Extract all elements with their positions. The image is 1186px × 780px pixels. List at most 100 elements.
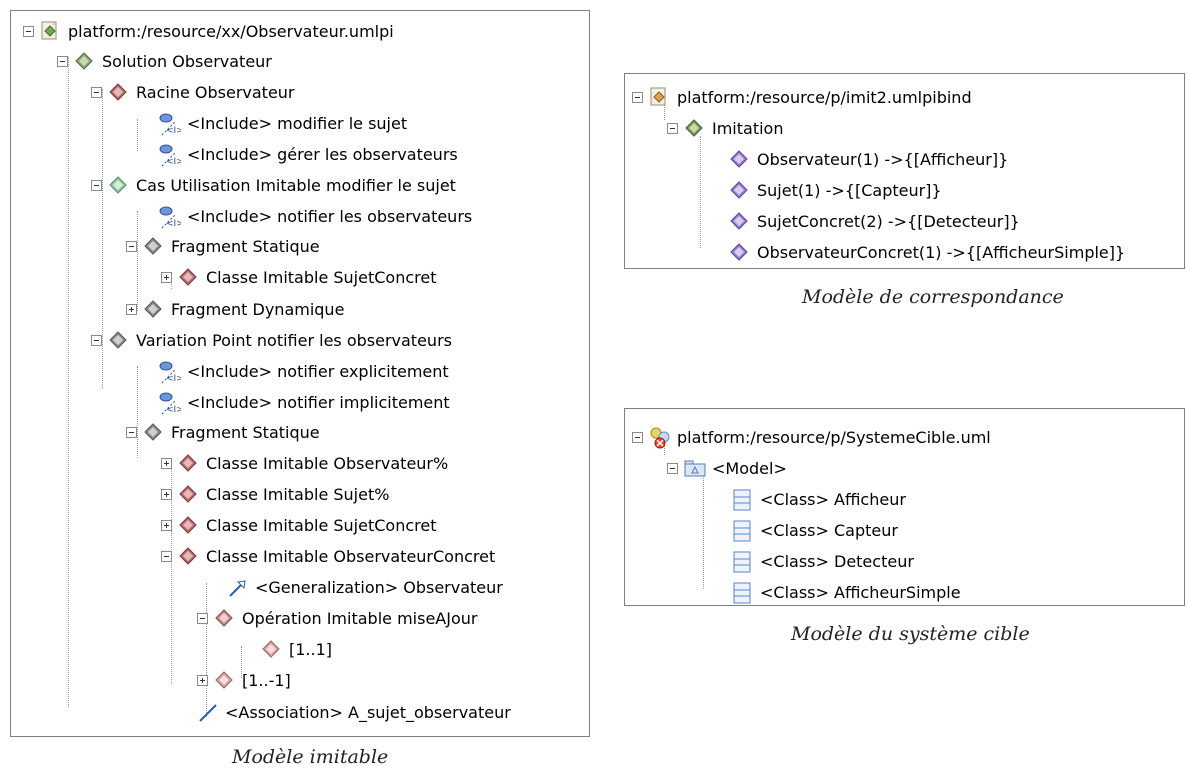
package-icon <box>684 458 706 478</box>
diamond-icon <box>178 267 198 287</box>
collapse-toggle[interactable] <box>632 431 643 443</box>
tree-label: <Include> notifier explicitement <box>187 361 449 381</box>
tree-row[interactable]: <I> <Include> notifier implicitement <box>159 387 450 417</box>
expand-toggle[interactable] <box>161 271 172 283</box>
class-icon <box>732 551 752 573</box>
tree-label: Variation Point notifier les observateur… <box>136 330 452 350</box>
uml-model-file-icon <box>649 427 670 449</box>
tree-row[interactable]: <I> <Include> modifier le sujet <box>159 108 407 138</box>
tree-row[interactable]: [1..1] <box>261 634 332 664</box>
tree-row[interactable]: Fragment Statique <box>126 231 320 261</box>
svg-text:<I>: <I> <box>166 405 181 415</box>
tree-root-label: platform:/resource/p/SystemeCible.uml <box>677 427 991 447</box>
expand-toggle[interactable] <box>161 488 172 500</box>
collapse-toggle[interactable] <box>91 86 102 98</box>
tree-row[interactable]: Sujet(1) ->{[Capteur]} <box>729 175 942 205</box>
tree-row[interactable]: <I> <Include> notifier les observateurs <box>159 201 472 231</box>
tree-label: <Class> Afficheur <box>760 489 906 509</box>
tree-row[interactable]: <Association> A_sujet_observateur <box>197 697 511 727</box>
svg-text:<I>: <I> <box>166 219 181 229</box>
tree-row-root[interactable]: platform:/resource/p/SystemeCible.uml <box>632 422 991 452</box>
diamond-icon <box>143 422 163 442</box>
include-icon: <I> <box>159 144 184 167</box>
collapse-toggle[interactable] <box>667 122 678 134</box>
diamond-icon <box>108 175 128 195</box>
tree-row[interactable]: Imitation <box>667 113 783 143</box>
diamond-icon <box>108 82 128 102</box>
diamond-icon <box>178 484 198 504</box>
collapse-toggle[interactable] <box>632 91 643 103</box>
tree-row[interactable]: <Generalization> Observateur <box>227 572 503 602</box>
caption-imitable-model: Modèle imitable <box>232 746 389 768</box>
tree-label: <Association> A_sujet_observateur <box>225 702 511 722</box>
tree-label: Racine Observateur <box>136 82 295 102</box>
diamond-icon <box>729 211 749 231</box>
collapse-toggle[interactable] <box>57 55 68 67</box>
tree-row[interactable]: Fragment Dynamique <box>126 294 344 324</box>
tree-row[interactable]: <Class> Capteur <box>732 515 898 545</box>
tree-row[interactable]: <Model> <box>667 453 787 483</box>
collapse-toggle[interactable] <box>23 25 34 37</box>
collapse-toggle[interactable] <box>667 462 678 474</box>
correspondence-model-tree: platform:/resource/p/imit2.umlpibind Imi… <box>624 73 1185 269</box>
tree-label: Sujet(1) ->{[Capteur]} <box>757 180 942 200</box>
tree-label: Opération Imitable miseAJour <box>242 608 478 628</box>
diamond-icon <box>214 608 234 628</box>
collapse-toggle[interactable] <box>91 334 102 346</box>
expand-toggle[interactable] <box>161 457 172 469</box>
tree-row[interactable]: ObservateurConcret(1) ->{[AfficheurSimpl… <box>729 237 1125 267</box>
tree-label: <Class> Detecteur <box>760 551 914 571</box>
tree-label: <Class> AfficheurSimple <box>760 582 961 602</box>
collapse-toggle[interactable] <box>161 550 172 562</box>
tree-label: Observateur(1) ->{[Afficheur]} <box>757 149 1009 169</box>
tree-row[interactable]: Classe Imitable SujetConcret <box>161 510 436 540</box>
tree-row[interactable]: Classe Imitable ObservateurConcret <box>161 541 495 571</box>
tree-row[interactable]: <Class> Afficheur <box>732 484 906 514</box>
diamond-icon <box>729 180 749 200</box>
tree-row[interactable]: Opération Imitable miseAJour <box>197 603 477 633</box>
include-icon: <I> <box>159 361 184 384</box>
tree-label: Imitation <box>712 118 784 138</box>
tree-row[interactable]: Classe Imitable Sujet% <box>161 479 389 509</box>
tree-row[interactable]: <I> <Include> gérer les observateurs <box>159 139 458 169</box>
tree-row-root[interactable]: platform:/resource/p/imit2.umlpibind <box>632 82 972 112</box>
tree-row[interactable]: Fragment Statique <box>126 417 320 447</box>
collapse-toggle[interactable] <box>91 179 102 191</box>
expand-toggle[interactable] <box>126 303 137 315</box>
tree-row[interactable]: Solution Observateur <box>57 46 272 76</box>
tree-row[interactable]: Racine Observateur <box>91 77 295 107</box>
tree-row[interactable]: Classe Imitable SujetConcret <box>161 262 436 292</box>
tree-row[interactable]: <Class> AfficheurSimple <box>732 577 961 605</box>
tree-label: <Include> gérer les observateurs <box>187 144 458 164</box>
generalization-arrow-icon <box>227 577 247 597</box>
collapse-toggle[interactable] <box>126 426 137 438</box>
diamond-icon <box>178 515 198 535</box>
tree-label: <Class> Capteur <box>760 520 898 540</box>
tree-label: <Generalization> Observateur <box>255 577 503 597</box>
tree-row[interactable]: <I> <Include> notifier explicitement <box>159 356 449 386</box>
association-line-icon <box>197 702 217 722</box>
tree-row[interactable]: Classe Imitable Observateur% <box>161 448 448 478</box>
tree-label: [1..-1] <box>242 670 291 690</box>
tree-row[interactable]: SujetConcret(2) ->{[Detecteur]} <box>729 206 1020 236</box>
tree-row-root[interactable]: platform:/resource/xx/Observateur.umlpi <box>23 16 394 46</box>
svg-text:<I>: <I> <box>166 126 181 136</box>
tree-row[interactable]: Observateur(1) ->{[Afficheur]} <box>729 144 1008 174</box>
tree-row[interactable]: Cas Utilisation Imitable modifier le suj… <box>91 170 456 200</box>
tree-label: Fragment Dynamique <box>171 299 345 319</box>
tree-label: <Model> <box>712 458 787 478</box>
tree-root-label: platform:/resource/xx/Observateur.umlpi <box>68 21 394 41</box>
collapse-toggle[interactable] <box>197 612 208 624</box>
expand-toggle[interactable] <box>197 674 208 686</box>
tree-row[interactable]: [1..-1] <box>197 665 291 695</box>
collapse-toggle[interactable] <box>126 240 137 252</box>
tree-row[interactable]: <Class> Detecteur <box>732 546 914 576</box>
expand-toggle[interactable] <box>161 519 172 531</box>
include-icon: <I> <box>159 113 184 136</box>
tree-row[interactable]: Variation Point notifier les observateur… <box>91 325 452 355</box>
diamond-icon <box>108 330 128 350</box>
tree-label: Classe Imitable SujetConcret <box>206 515 437 535</box>
umlpi-file-icon <box>40 21 60 41</box>
tree-label: Classe Imitable SujetConcret <box>206 267 437 287</box>
diamond-icon <box>684 118 704 138</box>
